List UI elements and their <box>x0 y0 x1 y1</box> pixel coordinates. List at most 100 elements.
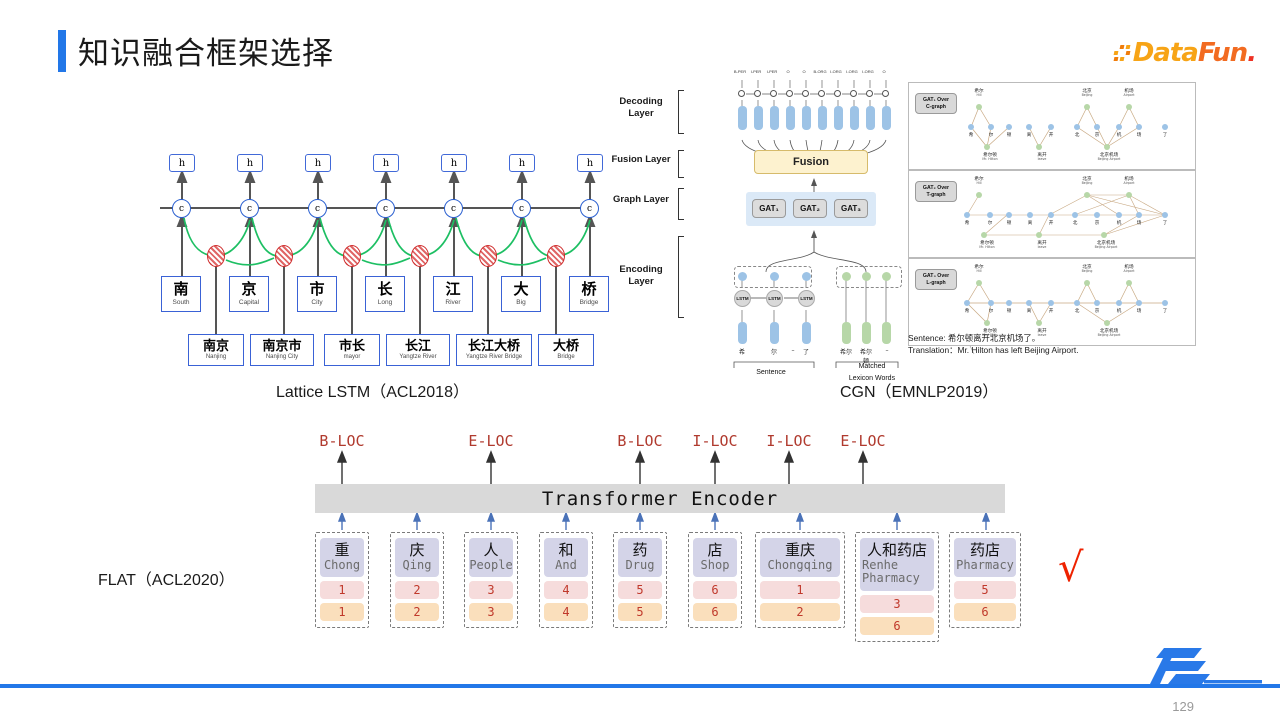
cgn-c-char-5 <box>1074 124 1080 130</box>
flat-token-box-2: 人 People <box>469 538 513 578</box>
cgn-lex-word-0: 希尔 <box>839 349 852 356</box>
flat-token-col-5: 店 Shop 6 6 <box>688 532 742 629</box>
lattice-char-en-4: River <box>445 298 461 306</box>
cgn-sent-dot-0 <box>738 272 747 281</box>
flat-token-zh-4: 药 <box>632 541 648 559</box>
lattice-char-en-6: Bridge <box>579 298 599 306</box>
lattice-char-box-0: 南 South <box>161 276 201 312</box>
flat-token-en-5: Shop <box>700 558 730 573</box>
flat-token-col-6: 重庆 Chongqing 1 2 <box>755 532 845 629</box>
flat-diagram: B-LOC E-LOC B-LOC I-LOC I-LOC E-LOC Tran… <box>290 428 1021 648</box>
flat-label: FLAT（ACL2020） <box>98 572 235 589</box>
cgn-tag-3: O <box>786 69 790 74</box>
cgn-decode-node-9 <box>882 90 889 97</box>
cgn-tag-1: I-PER <box>750 69 762 74</box>
cgn-t-topword-1: 北京 Beijing <box>1081 177 1093 186</box>
flat-token-box-1: 庆 Qing <box>395 538 439 578</box>
lattice-char-zh-5: 大 <box>513 279 529 298</box>
cgn-t-botnode-1 <box>1036 232 1042 238</box>
flat-token-head-3: 4 <box>544 581 588 600</box>
cgn-l-char-2 <box>1006 300 1012 306</box>
cgn-brace-fusion <box>678 150 684 178</box>
cgn-diagram: Decoding Layer Fusion Layer Graph Layer … <box>608 66 1208 382</box>
cgn-t-botword-2: 北京机场 Beijing Airport <box>1094 241 1118 250</box>
cgn-c-charlbl-1: 尔 <box>988 133 994 138</box>
cgn-t-charlbl-5: 北 <box>1072 221 1078 226</box>
cgn-translation-note: Translation：Mr. Hilton has left Beijing … <box>908 345 1079 355</box>
flat-token-en-4: Drug <box>625 558 655 573</box>
lattice-gate-4 <box>479 245 497 267</box>
cgn-c-botword-1: 离开 leave <box>1037 153 1047 162</box>
cgn-c-topnode-1 <box>1084 104 1090 110</box>
cgn-tag-7: I-ORG <box>846 69 858 74</box>
lattice-cell-4: c <box>444 199 463 218</box>
cgn-c-charlbl-9: 了 <box>1162 133 1168 138</box>
cgn-layer-fusion: Fusion Layer <box>611 154 671 165</box>
cgn-decode-bar-9 <box>882 106 891 130</box>
cgn-t-char-3 <box>1027 212 1033 218</box>
lattice-char-box-3: 长 Long <box>365 276 405 312</box>
cgn-l-charlbl-4: 开 <box>1048 309 1054 314</box>
cgn-lex-bar-2 <box>882 322 891 344</box>
cgn-lstm-2: LSTM <box>798 290 815 307</box>
cgn-c-topword-0: 希尔 Hill <box>974 89 984 98</box>
flat-token-box-0: 重 Chong <box>320 538 364 578</box>
flat-token-tail-5: 6 <box>693 603 737 622</box>
cgn-t-char-0 <box>964 212 970 218</box>
cgn-c-topword-1: 北京 Beijing <box>1081 89 1093 98</box>
cgn-t-char-2 <box>1006 212 1012 218</box>
lattice-cell-2: c <box>308 199 327 218</box>
cgn-brace-graph <box>678 188 684 220</box>
cgn-caption: CGN（EMNLP2019） <box>840 384 999 401</box>
cgn-c-charlbl-8: 场 <box>1136 133 1142 138</box>
cgn-layer-encoding: Encoding Layer <box>619 264 663 287</box>
cgn-tag-0: B-PER <box>733 69 747 74</box>
lattice-char-en-5: Big <box>516 298 526 306</box>
cgn-decode-node-5 <box>818 90 825 97</box>
lattice-caption: Lattice LSTM（ACL2018） <box>276 384 469 401</box>
cgn-c-botnode-2 <box>1104 144 1110 150</box>
flat-token-zh-2: 人 <box>483 541 499 559</box>
lattice-hidden-5: h <box>509 154 535 172</box>
cgn-decode-bar-4 <box>802 106 811 130</box>
cgn-l-charlbl-9: 了 <box>1162 309 1168 314</box>
flat-token-box-4: 药 Drug <box>618 538 662 578</box>
lattice-char-en-0: South <box>172 298 190 306</box>
cgn-l-botnode-1 <box>1036 320 1042 326</box>
cgn-l-topnode-0 <box>976 280 982 286</box>
flat-token-zh-5: 店 <box>707 541 723 559</box>
lattice-char-en-3: Long <box>377 298 393 306</box>
cgn-c-charlbl-5: 北 <box>1074 133 1080 138</box>
lattice-hidden-0: h <box>169 154 195 172</box>
lattice-word-zh-5: 大桥 <box>552 338 579 354</box>
flat-token-tail-6: 2 <box>760 603 840 622</box>
cgn-c-charlbl-4: 开 <box>1048 133 1054 138</box>
cgn-l-topword-0: 希尔 Hill <box>974 265 984 274</box>
cgn-c-botword-2: 北京机场 Beijing Airport <box>1097 153 1121 162</box>
cgn-decode-node-7 <box>850 90 857 97</box>
cgn-t-char-4 <box>1048 212 1054 218</box>
cgn-c-char-7 <box>1116 124 1122 130</box>
lattice-lstm-diagram: h h h h h h h c c c c c c c 南 South 京 Ca… <box>160 138 609 378</box>
cgn-t-charlbl-7: 机 <box>1116 221 1122 226</box>
cgn-l-charlbl-6: 京 <box>1094 309 1100 314</box>
lattice-word-box-0: 南京 Nanjing <box>188 334 244 366</box>
cgn-lex-dot-2 <box>882 272 891 281</box>
cgn-decode-node-0 <box>738 90 745 97</box>
cgn-l-charlbl-7: 机 <box>1116 309 1122 314</box>
cgn-t-botword-0: 希尔顿 Mr. Hilton <box>979 241 995 250</box>
cgn-l-charlbl-0: 希 <box>964 309 970 314</box>
lattice-cell-0: c <box>172 199 191 218</box>
cgn-l-topnode-2 <box>1126 280 1132 286</box>
cgn-c-topnode-2 <box>1126 104 1132 110</box>
flat-token-tail-8: 6 <box>954 603 1016 622</box>
flat-token-zh-0: 重 <box>334 541 350 559</box>
footer-rule <box>0 684 1280 688</box>
cgn-c-charlbl-7: 机 <box>1116 133 1122 138</box>
check-mark-icon: √ <box>1058 545 1084 591</box>
flat-token-tail-3: 4 <box>544 603 588 622</box>
cgn-t-charlbl-6: 京 <box>1094 221 1100 226</box>
cgn-c-botnode-1 <box>1036 144 1042 150</box>
cgn-sent-char-0: 希 <box>738 349 745 356</box>
cgn-tag-2: I-PER <box>766 69 778 74</box>
